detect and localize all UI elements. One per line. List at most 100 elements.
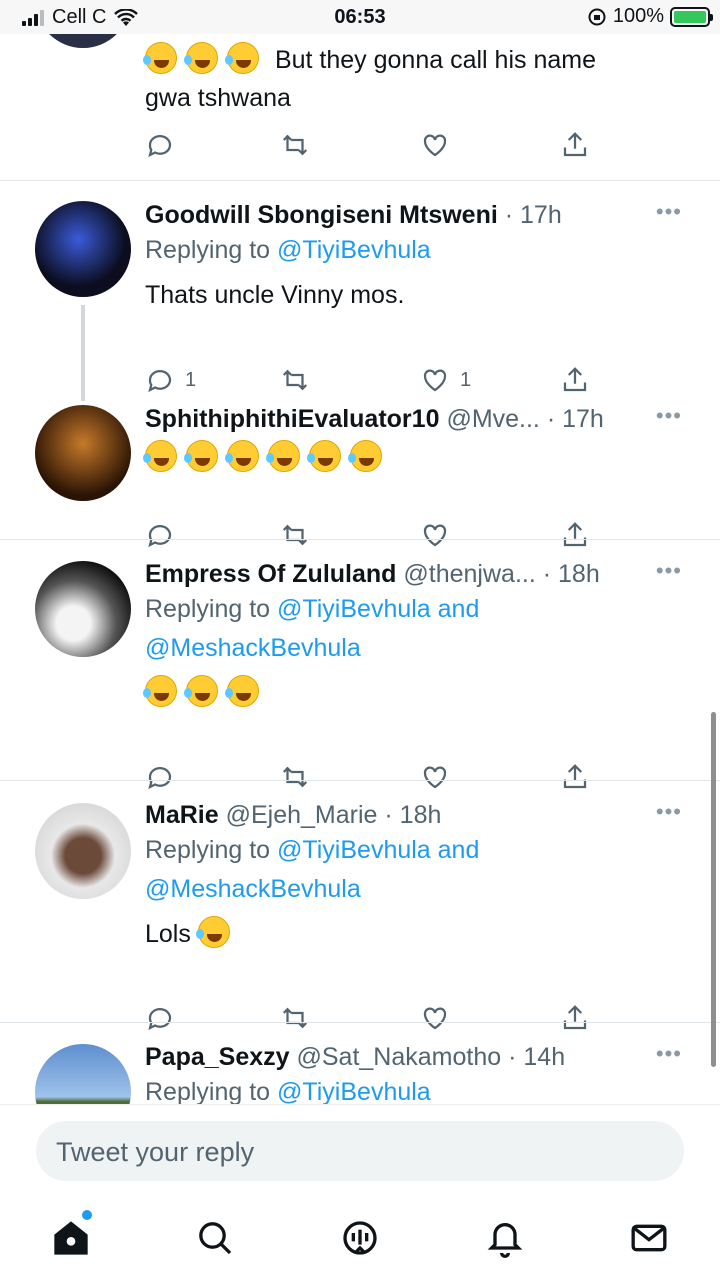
home-icon <box>54 1221 88 1255</box>
tweet-time: · 18h <box>384 801 442 829</box>
rofl-emoji <box>266 440 300 472</box>
tweet-3[interactable]: Empress Of Zululand @thenjwa... · 18h Re… <box>0 540 720 790</box>
tweet-text <box>143 439 690 477</box>
tweet-actions: 1 1 <box>145 365 595 395</box>
handle: @Ejeh_Marie <box>225 801 378 829</box>
avatar[interactable] <box>35 34 131 48</box>
mention-link[interactable]: @MeshackBevhula <box>145 870 690 909</box>
tweet-time: · 14h <box>508 1043 566 1071</box>
tweet-1[interactable]: Goodwill Sbongiseni Mtsweni · 17h Replyi… <box>0 181 720 401</box>
like-count: 1 <box>460 368 472 391</box>
avatar[interactable] <box>35 561 131 657</box>
rofl-emoji <box>225 440 259 472</box>
tears-of-joy-emoji <box>143 675 177 707</box>
thread-line <box>81 305 85 401</box>
tears-of-joy-emoji <box>225 675 259 707</box>
mention-link[interactable]: @TiyiBevhula <box>277 236 431 264</box>
mention-link[interactable]: @TiyiBevhula <box>277 1078 431 1104</box>
retweet-button[interactable] <box>280 130 310 160</box>
mention-link[interactable]: @MeshackBevhula <box>145 629 690 668</box>
tweet-0[interactable]: But they gonna call his name gwa tshwana <box>0 34 720 180</box>
avatar[interactable] <box>35 405 131 501</box>
mention-link[interactable]: @TiyiBevhula and <box>277 836 479 864</box>
rofl-emoji <box>225 42 259 74</box>
search-icon <box>199 1222 232 1255</box>
more-icon[interactable]: ••• <box>656 1041 682 1067</box>
tweet-header: Papa_Sexzy @Sat_Nakamotho · 14h <box>145 1041 690 1073</box>
handle: @thenjwa... <box>403 560 536 588</box>
tweet-time: · 17h <box>504 201 562 229</box>
tweet-header: MaRie @Ejeh_Marie · 18h <box>145 799 690 831</box>
rofl-emoji <box>184 440 218 472</box>
avatar[interactable] <box>35 1044 131 1104</box>
reply-icon <box>148 135 172 158</box>
tab-search[interactable] <box>195 1218 235 1258</box>
share-icon <box>563 367 587 392</box>
replying-to: Replying to @TiyiBevhula <box>145 236 431 264</box>
tweet-header: SphithiphithiEvaluator10 @Mve... · 17h <box>145 403 690 435</box>
tweet-time: · 18h <box>542 560 600 588</box>
scrollbar[interactable] <box>711 712 716 1067</box>
reply-input[interactable]: Tweet your reply <box>36 1121 684 1181</box>
tab-home[interactable] <box>51 1218 91 1258</box>
tweet-time: · 17h <box>546 405 604 433</box>
tears-of-joy-emoji <box>195 916 230 948</box>
more-icon[interactable]: ••• <box>656 799 682 825</box>
spaces-icon <box>343 1221 377 1255</box>
text-line-2: gwa tshwana <box>145 84 291 112</box>
rotation-lock-icon <box>588 8 606 25</box>
tweet-header: Goodwill Sbongiseni Mtsweni · 17h <box>145 199 690 231</box>
more-icon[interactable]: ••• <box>656 403 682 429</box>
reply-button[interactable]: 1 <box>145 365 196 395</box>
text-line-1: But they gonna call his name <box>274 46 596 74</box>
more-icon[interactable]: ••• <box>656 199 682 225</box>
replying-to: Replying to @TiyiBevhula and <box>145 595 480 623</box>
rofl-emoji <box>348 440 382 472</box>
more-icon[interactable]: ••• <box>656 558 682 584</box>
display-name[interactable]: Papa_Sexzy <box>145 1043 290 1071</box>
status-bar: Cell C 06:53 100% <box>0 0 720 34</box>
battery-percent: 100% <box>612 5 664 27</box>
heart-icon <box>423 134 447 157</box>
reply-feed[interactable]: But they gonna call his name gwa tshwana… <box>0 34 720 1104</box>
new-content-dot <box>82 1210 92 1220</box>
mention-link[interactable]: @TiyiBevhula and <box>277 595 479 623</box>
tab-spaces[interactable] <box>340 1218 380 1258</box>
heart-icon <box>423 369 447 392</box>
retweet-button[interactable] <box>280 365 310 395</box>
tweet-5[interactable]: Papa_Sexzy @Sat_Nakamotho · 14h Replying… <box>0 1023 720 1104</box>
reply-button[interactable] <box>145 130 175 160</box>
like-button[interactable]: 1 <box>420 365 471 395</box>
reply-icon <box>148 370 172 393</box>
tab-notifications[interactable] <box>485 1218 525 1258</box>
like-button[interactable] <box>420 130 450 160</box>
retweet-icon <box>282 369 308 391</box>
tab-bar <box>0 1200 720 1280</box>
display-name[interactable]: Goodwill Sbongiseni Mtsweni <box>145 201 498 229</box>
tweet-text: Thats uncle Vinny mos. <box>145 281 405 309</box>
display-name[interactable]: SphithiphithiEvaluator10 <box>145 405 439 433</box>
tweet-4[interactable]: MaRie @Ejeh_Marie · 18h Replying to @Tiy… <box>0 781 720 1031</box>
display-name[interactable]: MaRie <box>145 801 219 829</box>
messages-icon <box>631 1224 667 1252</box>
replying-to: Replying to @TiyiBevhula and <box>145 836 480 864</box>
share-icon <box>563 132 587 157</box>
handle: @Mve... <box>446 405 540 433</box>
share-button[interactable] <box>560 130 590 160</box>
reply-bar: Tweet your reply <box>0 1104 720 1200</box>
avatar[interactable] <box>35 803 131 899</box>
tweet-text <box>143 674 690 712</box>
display-name[interactable]: Empress Of Zululand <box>145 560 396 588</box>
avatar[interactable] <box>35 201 131 297</box>
retweet-icon <box>282 134 308 156</box>
notifications-icon <box>487 1223 523 1258</box>
rofl-emoji <box>307 440 341 472</box>
rofl-emoji <box>143 42 177 74</box>
tab-messages[interactable] <box>629 1218 669 1258</box>
battery-icon <box>670 6 713 27</box>
tears-of-joy-emoji <box>184 675 218 707</box>
share-button[interactable] <box>560 365 590 395</box>
handle: @Sat_Nakamotho <box>296 1043 502 1071</box>
rofl-emoji <box>143 440 177 472</box>
tweet-2[interactable]: SphithiphithiEvaluator10 @Mve... · 17h •… <box>0 401 720 548</box>
